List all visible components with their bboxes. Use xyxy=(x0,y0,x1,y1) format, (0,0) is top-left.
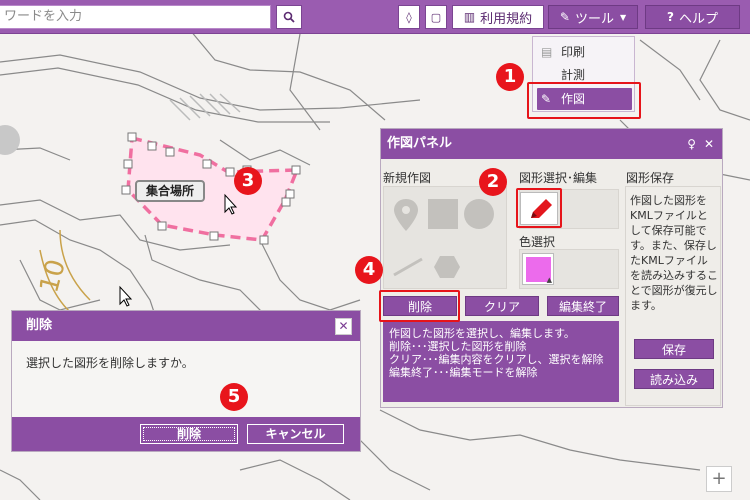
line-tool-icon[interactable] xyxy=(393,257,423,277)
load-button[interactable]: 読み込み xyxy=(634,369,714,389)
polygon-tool-icon[interactable] xyxy=(434,256,460,278)
step-badge-1: 1 xyxy=(496,63,524,91)
color-picker[interactable]: ▲ xyxy=(522,253,554,285)
wrench-icon: ✎ xyxy=(559,10,570,24)
new-drawing-label: 新規作図 xyxy=(383,171,432,185)
clear-button[interactable]: クリア xyxy=(465,296,539,316)
shape-tools xyxy=(383,186,507,289)
top-toolbar: ワードを入力 ◊ ▢ ▥ 利用規約 ✎ ツール ▼ ? ヘルプ xyxy=(0,0,750,34)
step-badge-4: 4 xyxy=(355,256,383,284)
comment-button[interactable]: ▢ xyxy=(425,5,447,29)
meeting-place-label[interactable]: 集合場所 xyxy=(135,180,205,202)
point-tool-icon[interactable] xyxy=(394,199,418,231)
lightbulb-icon: ◊ xyxy=(406,10,412,24)
color-select-label: 色選択 xyxy=(519,235,556,249)
select-edit-button[interactable] xyxy=(520,192,558,225)
dialog-title: 削除 xyxy=(12,311,360,341)
save-section-label: 図形保存 xyxy=(626,171,675,185)
delete-button[interactable]: 削除 xyxy=(383,296,457,316)
save-section: 作図した図形をKMLファイルとして保存可能です。また、保存したKMLファイルを読… xyxy=(625,186,721,406)
comment-icon: ▢ xyxy=(430,10,442,24)
menu-item-print[interactable]: ▤ 印刷 xyxy=(533,41,634,63)
search-input[interactable]: ワードを入力 xyxy=(0,5,271,29)
confirm-delete-button[interactable]: 削除 xyxy=(140,424,238,444)
book-icon: ▥ xyxy=(463,10,476,24)
draw-panel: 作図パネル ♀ ✕ 新規作図 図形選択･編集 図形保存 色選択 ▲ 削除 クリア… xyxy=(380,128,723,408)
search-button[interactable] xyxy=(276,5,302,29)
menu-item-measure[interactable]: 計測 xyxy=(533,64,634,86)
dialog-footer: 削除 キャンセル xyxy=(12,417,360,451)
help-button[interactable]: ? ヘルプ xyxy=(645,5,740,29)
step-badge-3: 3 xyxy=(234,167,262,195)
draw-panel-header: 作図パネル ♀ ✕ xyxy=(381,129,722,159)
terms-label: 利用規約 xyxy=(480,11,533,27)
tools-menu-button[interactable]: ✎ ツール ▼ xyxy=(548,5,638,29)
save-button[interactable]: 保存 xyxy=(634,339,714,359)
caret-down-icon: ▲ xyxy=(546,276,552,284)
rectangle-tool-icon[interactable] xyxy=(428,199,458,229)
end-edit-button[interactable]: 編集終了 xyxy=(547,296,619,316)
terms-button[interactable]: ▥ 利用規約 xyxy=(452,5,544,29)
select-edit-label: 図形選択･編集 xyxy=(519,171,598,185)
step-badge-2: 2 xyxy=(479,168,507,196)
lightbulb-button[interactable]: ◊ xyxy=(398,5,420,29)
zoom-in-button[interactable]: + xyxy=(706,466,732,492)
tools-dropdown: ▤ 印刷 計測 ✎ 作図 xyxy=(532,36,635,112)
cancel-button[interactable]: キャンセル xyxy=(247,424,344,444)
delete-confirm-dialog: 削除 ✕ 選択した図形を削除しますか。 削除 キャンセル xyxy=(11,310,361,452)
edit-help-text: 作図した図形を選択し、編集します。 削除･･･選択した図形を削除 クリア･･･編… xyxy=(383,321,619,402)
circle-tool-icon[interactable] xyxy=(464,199,494,229)
search-icon xyxy=(283,11,295,23)
question-icon: ? xyxy=(667,10,674,24)
menu-item-draw[interactable]: ✎ 作図 xyxy=(537,88,632,110)
tools-label: ツール xyxy=(574,11,614,27)
pin-icon[interactable]: ♀ xyxy=(687,129,696,159)
pencil-icon: ✎ xyxy=(541,92,552,106)
close-icon[interactable]: ✕ xyxy=(704,129,714,159)
dialog-message: 選択した図形を削除しますか。 xyxy=(26,356,194,370)
save-description: 作図した図形をKMLファイルとして保存可能です。また、保存したKMLファイルを読… xyxy=(630,194,718,312)
draw-panel-title: 作図パネル xyxy=(387,136,453,151)
pencil-icon xyxy=(531,199,552,218)
print-icon: ▤ xyxy=(541,45,553,59)
step-badge-5: 5 xyxy=(220,383,248,411)
chevron-down-icon: ▼ xyxy=(619,12,627,22)
help-label: ヘルプ xyxy=(678,11,718,27)
dialog-close-icon[interactable]: ✕ xyxy=(335,318,352,335)
